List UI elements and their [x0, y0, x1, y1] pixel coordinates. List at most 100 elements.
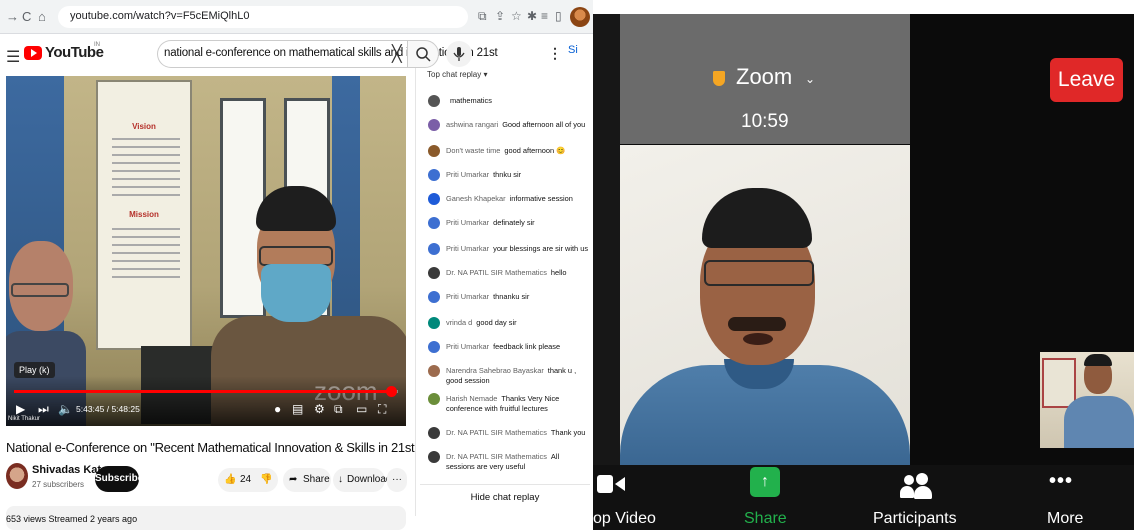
sidepanel-icon[interactable]: ▯ — [555, 9, 562, 23]
bookmark-star-icon[interactable]: ☆ — [511, 9, 522, 23]
play-icon[interactable]: ▶ — [16, 402, 25, 416]
autoplay-toggle-icon[interactable]: ● — [274, 402, 281, 416]
chat-avatar[interactable] — [428, 169, 440, 181]
chat-author[interactable]: Don't waste time — [446, 146, 500, 155]
zoom-window: Zoom ⌄ 10:59 Leave op Video ↑ Share Part… — [593, 0, 1134, 530]
chat-message: Dr. NA PATIL SIR Mathematics Thank you — [446, 428, 588, 438]
chat-message: mathematics — [446, 96, 588, 106]
chat-avatar[interactable] — [428, 145, 440, 157]
next-icon[interactable]: ⏭ — [38, 402, 49, 417]
chat-avatar[interactable] — [428, 291, 440, 303]
participants-label[interactable]: Participants — [873, 510, 957, 528]
chat-author[interactable]: Priti Umarkar — [446, 244, 489, 253]
chat-message: Priti Umarkar feedback link please — [446, 342, 588, 352]
reload-icon[interactable]: C — [22, 9, 31, 24]
leave-button[interactable]: Leave — [1050, 58, 1123, 102]
video-player[interactable]: Vision Mission zoom Play (k) ▶ ⏭ — [6, 76, 406, 426]
subscriber-count: 27 subscribers — [32, 480, 85, 489]
chat-author[interactable]: Harish Nemade — [446, 394, 497, 403]
clear-search-icon[interactable]: ╳ — [392, 44, 402, 64]
camera-icon[interactable] — [597, 475, 613, 493]
reading-list-icon[interactable]: ≡ — [541, 9, 548, 23]
chat-author[interactable]: Priti Umarkar — [446, 170, 489, 179]
theater-mode-icon[interactable]: ▭ — [356, 402, 367, 416]
chat-author[interactable]: ashwina rangari — [446, 120, 498, 129]
volume-icon[interactable]: 🔈 — [58, 402, 73, 416]
home-icon[interactable]: ⌂ — [38, 9, 46, 24]
chat-avatar[interactable] — [428, 217, 440, 229]
more-label[interactable]: More — [1047, 510, 1083, 528]
chat-avatar[interactable] — [428, 267, 440, 279]
video-title: National e-Conference on "Recent Mathema… — [6, 440, 466, 455]
subtitles-icon[interactable]: ▤ — [292, 402, 303, 416]
chat-avatar[interactable] — [428, 365, 440, 377]
more-actions-button[interactable]: ··· — [387, 468, 407, 492]
camera-icon-lens — [615, 477, 625, 491]
chat-avatar[interactable] — [428, 393, 440, 405]
chat-author[interactable]: vrinda d — [446, 318, 472, 327]
participants-icon[interactable] — [900, 473, 932, 499]
like-icon[interactable]: 👍 — [224, 468, 236, 492]
fullscreen-icon[interactable]: ⛶ — [378, 402, 386, 417]
chat-message: Priti Umarkar your blessings are sir with… — [446, 244, 588, 254]
security-shield-icon[interactable] — [713, 71, 725, 86]
voice-search-button[interactable] — [446, 41, 472, 67]
chat-header[interactable]: Top chat replay ▾ — [427, 70, 488, 79]
active-speaker-video[interactable] — [620, 145, 910, 465]
dislike-icon[interactable]: 👎 — [260, 468, 272, 492]
meeting-clock: 10:59 — [741, 111, 789, 132]
chat-avatar[interactable] — [428, 119, 440, 131]
extensions-icon[interactable]: ✱ — [527, 9, 537, 23]
chat-author[interactable]: Ganesh Khapekar — [446, 194, 506, 203]
share-screen-label[interactable]: Share — [744, 510, 787, 528]
like-count[interactable]: 24 — [240, 468, 251, 492]
profile-avatar[interactable] — [570, 7, 590, 27]
chat-author[interactable]: Priti Umarkar — [446, 218, 489, 227]
chat-avatar[interactable] — [428, 193, 440, 205]
chat-avatar[interactable] — [428, 341, 440, 353]
stop-video-label[interactable]: op Video — [593, 510, 656, 528]
chat-text: feedback link please — [493, 342, 561, 351]
chat-avatar[interactable] — [428, 427, 440, 439]
download-icon: ↓ — [338, 474, 343, 485]
miniplayer-icon[interactable]: ⧉ — [334, 402, 343, 417]
install-icon[interactable]: ⧉ — [478, 9, 487, 24]
chat-avatar[interactable] — [428, 243, 440, 255]
chat-message: Dr. NA PATIL SIR Mathematics All sessions… — [446, 452, 588, 472]
channel-avatar[interactable] — [6, 463, 28, 489]
chat-message: Dr. NA PATIL SIR Mathematics hello — [446, 268, 588, 278]
chat-author[interactable]: Narendra Sahebrao Bayaskar — [446, 366, 544, 375]
download-button[interactable]: ↓ Download — [333, 468, 391, 492]
chat-author[interactable]: Dr. NA PATIL SIR Mathematics — [446, 428, 547, 437]
hide-chat-button[interactable]: Hide chat replay — [420, 484, 590, 510]
progress-fill — [14, 390, 392, 393]
chat-avatar[interactable] — [428, 317, 440, 329]
youtube-logo-icon[interactable] — [24, 46, 42, 60]
share-icon[interactable]: ↑ — [750, 467, 780, 497]
chat-avatar[interactable] — [428, 95, 440, 107]
chat-avatar[interactable] — [428, 451, 440, 463]
settings-gear-icon[interactable]: ⚙ — [314, 402, 325, 416]
meeting-title[interactable]: Zoom — [736, 64, 792, 90]
video-credit: Nikit Thakur — [8, 416, 40, 422]
more-icon[interactable]: ••• — [1049, 470, 1073, 493]
chat-author[interactable]: Priti Umarkar — [446, 292, 489, 301]
sign-in-button[interactable]: Si — [568, 44, 578, 56]
settings-dots-icon[interactable]: ⋮ — [548, 45, 562, 62]
share-button[interactable]: ➦ Share — [283, 468, 331, 492]
subscribe-button[interactable]: Subscribe — [95, 466, 143, 492]
chat-message: ashwina rangari Good afternoon all of you — [446, 120, 588, 130]
back-icon[interactable]: → — [6, 9, 19, 24]
self-view-thumbnail[interactable] — [1040, 352, 1134, 448]
progress-bar[interactable] — [14, 386, 398, 397]
chevron-down-icon[interactable]: ⌄ — [805, 72, 815, 86]
chat-author[interactable]: Dr. NA PATIL SIR Mathematics — [446, 452, 547, 461]
controls-gradient — [6, 376, 406, 426]
search-button[interactable] — [407, 40, 439, 68]
time-display: 5:43:45 / 5:48:25 — [76, 404, 140, 414]
chat-author[interactable]: Dr. NA PATIL SIR Mathematics — [446, 268, 547, 277]
share-page-icon[interactable]: ⇪ — [495, 9, 505, 23]
chat-author[interactable]: Priti Umarkar — [446, 342, 489, 351]
menu-icon[interactable]: ☰ — [6, 47, 20, 67]
address-bar-url[interactable]: youtube.com/watch?v=F5cEMiQlhL0 — [70, 10, 249, 22]
